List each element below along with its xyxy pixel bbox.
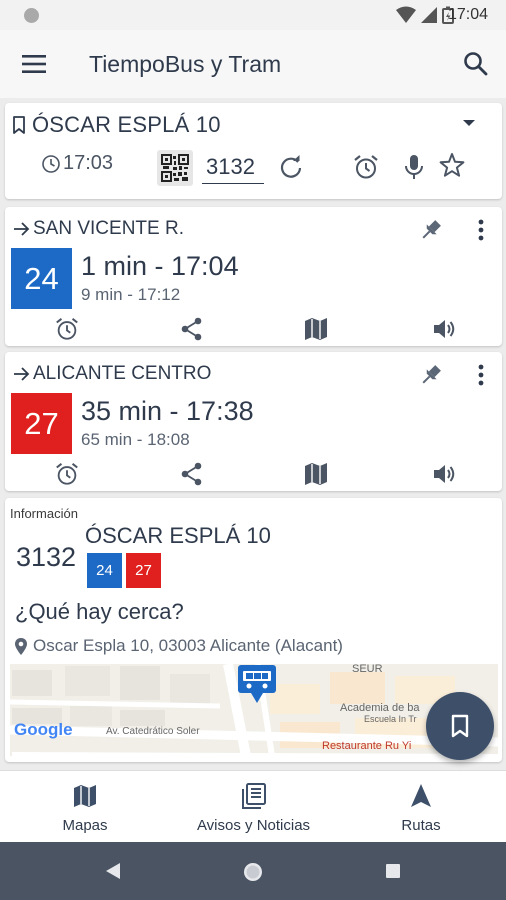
info-label: Información (10, 506, 78, 521)
alarm-icon[interactable] (352, 153, 380, 181)
back-icon[interactable] (104, 862, 122, 880)
nearby-title: ¿Qué hay cerca? (15, 599, 184, 624)
notification-dot-icon (24, 8, 39, 23)
wifi-icon (396, 6, 416, 23)
nav-news[interactable]: Avisos y Noticias (186, 783, 321, 834)
more-vert-icon[interactable] (476, 217, 486, 243)
alarm-icon[interactable] (54, 461, 80, 487)
stop-code-input[interactable] (202, 150, 264, 184)
app-title: TiempoBus y Tram (89, 51, 282, 77)
volume-icon[interactable] (431, 316, 457, 342)
status-time: 17:04 (447, 6, 488, 23)
arrow-right-icon (14, 222, 30, 236)
nav-maps[interactable]: Mapas (48, 783, 122, 834)
map-label: Av. Catedrático Soler (106, 726, 200, 737)
destination-label: SAN VICENTE R. (33, 218, 184, 239)
stop-card: ÓSCAR ESPLÁ 10 17:03 (5, 103, 502, 199)
pin-icon[interactable] (418, 362, 444, 388)
app-bar: TiempoBus y Tram (0, 30, 506, 98)
qr-code-icon[interactable] (157, 150, 193, 186)
map-label: Restaurante Ru Yi (322, 740, 412, 752)
line-badge[interactable]: 27 (126, 553, 161, 588)
map-label: Academia de ba (340, 702, 420, 714)
destination: SAN VICENTE R. (13, 218, 184, 240)
stop-time: 17:03 (41, 152, 113, 175)
stop-name: ÓSCAR ESPLÁ 10 (32, 112, 221, 137)
menu-icon[interactable] (20, 50, 50, 78)
map-icon[interactable] (303, 316, 329, 342)
nav-routes-label: Rutas (401, 817, 441, 834)
arrow-right-icon (14, 367, 30, 381)
line-actions (5, 312, 502, 344)
alarm-icon[interactable] (54, 316, 80, 342)
pin-icon[interactable] (418, 217, 444, 243)
next-arrival: 1 min - 17:04 (81, 251, 239, 281)
map-preview[interactable]: SEUR Academia de ba Escuela In Tr Av. Ca… (10, 664, 498, 756)
address-text: Oscar Espla 10, 03003 Alicante (Alacant) (33, 636, 343, 655)
recents-icon[interactable] (385, 863, 401, 879)
signal-icon (421, 7, 437, 23)
destination-label: ALICANTE CENTRO (33, 363, 212, 384)
info-stop-name: ÓSCAR ESPLÁ 10 (85, 523, 271, 548)
more-vert-icon[interactable] (476, 362, 486, 388)
nav-routes[interactable]: Rutas (388, 783, 454, 834)
location-pin-icon (15, 637, 27, 655)
address: Oscar Espla 10, 03003 Alicante (Alacant) (14, 636, 343, 656)
star-icon[interactable] (439, 152, 465, 178)
share-icon[interactable] (179, 316, 205, 342)
line-number-badge: 24 (11, 248, 72, 309)
microphone-icon[interactable] (403, 153, 425, 181)
navigation-icon (411, 784, 431, 807)
map-label: Escuela In Tr (364, 714, 417, 724)
system-navigation-bar (0, 842, 506, 900)
nav-news-label: Avisos y Noticias (196, 817, 311, 834)
stop-time-text: 17:03 (63, 152, 114, 174)
map-icon[interactable] (303, 461, 329, 487)
volume-icon[interactable] (431, 461, 457, 487)
map-label: SEUR (352, 664, 383, 675)
news-icon (241, 783, 266, 809)
following-arrival: 65 min - 18:08 (81, 430, 190, 449)
home-icon[interactable] (241, 860, 265, 884)
map-logo: Google (14, 720, 73, 739)
line-number-badge: 27 (11, 393, 72, 454)
search-icon[interactable] (462, 50, 490, 78)
saved-stops-fab[interactable] (426, 692, 494, 760)
line-badge[interactable]: 24 (87, 553, 122, 588)
bottom-navigation: Mapas Avisos y Noticias Rutas (0, 770, 506, 842)
bookmark-icon (451, 714, 469, 738)
clock-icon (42, 154, 60, 173)
status-bar: 17:04 (0, 0, 506, 30)
nav-maps-label: Mapas (62, 817, 108, 834)
bookmark-icon[interactable] (11, 115, 27, 135)
refresh-icon[interactable] (278, 154, 304, 180)
line-actions (5, 457, 502, 489)
bus-icon (238, 665, 276, 703)
following-arrival: 9 min - 17:12 (81, 285, 181, 304)
info-stop-code: 3132 (16, 542, 77, 572)
line-card[interactable]: SAN VICENTE R. 24 1 min - 17:04 9 min - … (5, 207, 502, 346)
next-arrival: 35 min - 17:38 (81, 396, 254, 426)
share-icon[interactable] (179, 461, 205, 487)
line-card[interactable]: ALICANTE CENTRO 27 35 min - 17:38 65 min… (5, 352, 502, 491)
dropdown-icon[interactable] (462, 119, 476, 127)
destination: ALICANTE CENTRO (13, 363, 211, 385)
map-icon (74, 785, 96, 807)
